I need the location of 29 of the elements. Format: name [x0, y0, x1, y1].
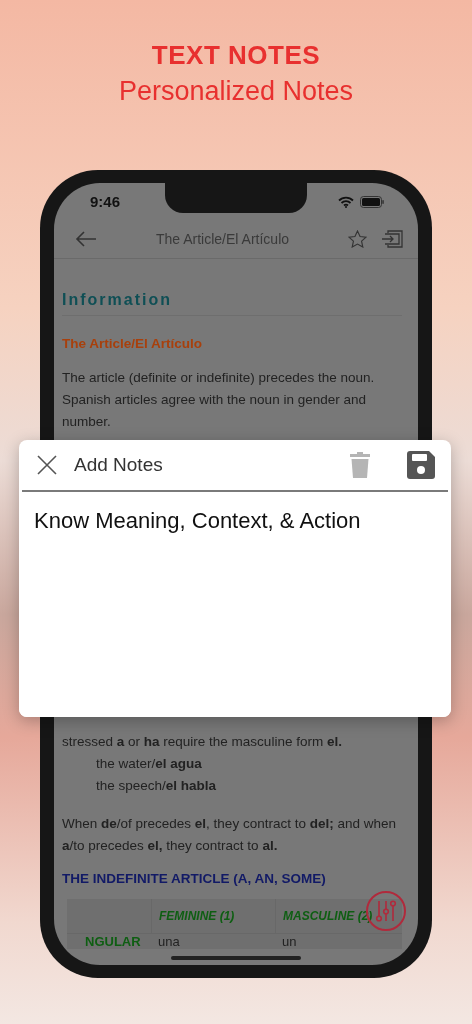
article-heading: The Article/El Artículo — [62, 336, 204, 351]
paragraph: When de/of precedes el, they contract to del; and when a/to precedes el, they contract to al. — [62, 815, 397, 855]
column-header: FEMININE (1) — [151, 899, 275, 934]
dialog-title: Add Notes — [74, 454, 164, 476]
save-icon — [407, 451, 435, 479]
promo-title: TEXT NOTES — [151, 39, 321, 72]
trash-icon — [349, 451, 371, 479]
nav-title: The Article/El Artículo — [154, 231, 291, 247]
promo-subtitle: Personalized Notes — [118, 75, 354, 108]
paragraph: stressed a or ha require the masculine form el. — [62, 733, 343, 751]
export-icon — [381, 230, 403, 248]
table-cell: un — [282, 934, 297, 949]
subheading: THE INDEFINITE ARTICLE (A, AN, SOME) — [62, 871, 327, 886]
row-label: NGULAR — [84, 934, 141, 949]
sliders-icon — [375, 899, 397, 923]
favorite-button[interactable] — [345, 227, 370, 251]
paragraph: The article (definite or indefinite) precedes the noun. Spanish articles agree with the noun in gender and number. — [62, 369, 376, 431]
section-title: Information — [62, 291, 402, 316]
back-arrow-icon — [75, 231, 97, 247]
example-text: the water/el agua — [95, 755, 203, 773]
status-time: 9:46 — [90, 193, 121, 210]
example-text: the speech/el habla — [95, 777, 218, 795]
close-icon — [37, 455, 57, 475]
wifi-icon — [338, 195, 354, 208]
table-cell: una — [158, 934, 180, 949]
battery-icon — [360, 195, 384, 208]
note-field[interactable]: Know Meaning, Context, & Action — [19, 492, 451, 717]
star-icon — [348, 230, 367, 248]
save-button[interactable] — [404, 448, 438, 482]
